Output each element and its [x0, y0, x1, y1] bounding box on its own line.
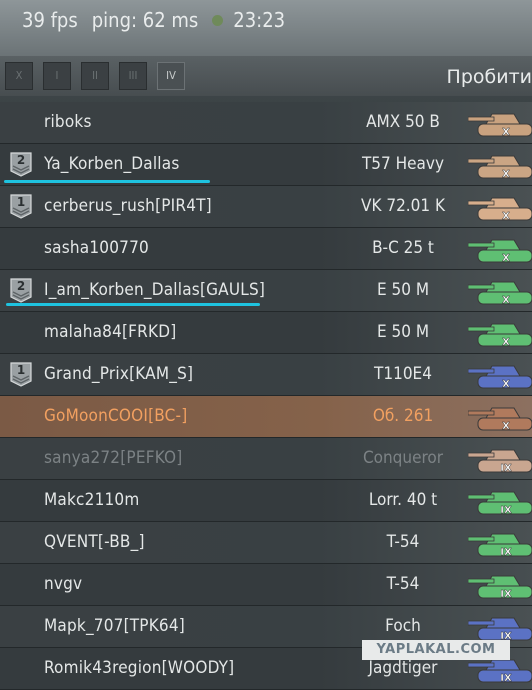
player-name: Ya_Korben_Dallas: [44, 154, 180, 174]
svg-text:X: X: [502, 421, 510, 432]
svg-text:2: 2: [17, 153, 25, 167]
tank-name: E 50 M: [376, 322, 430, 342]
tank-name: T110E4: [374, 364, 432, 384]
class-badge-icon: 2: [8, 151, 34, 177]
svg-text:IX: IX: [500, 673, 512, 684]
tank-name: B-C 25 t: [372, 238, 434, 258]
player-row[interactable]: 1 Grand_Prix[KAM_S] T110E4 X: [0, 354, 532, 396]
player-list: riboks AMX 50 B X 2 Ya_Korben_Dallas T57 Heav…: [0, 102, 532, 690]
tank-icon: IX: [467, 568, 532, 602]
tank-name: Jagdtiger: [368, 658, 438, 678]
player-row[interactable]: sasha100770 B-C 25 t X: [0, 228, 532, 270]
tank-name: AMX 50 B: [366, 112, 440, 132]
player-row[interactable]: QVENT[-BB_] T-54 IX: [0, 522, 532, 564]
tank-icon: X: [467, 232, 532, 266]
filter-button-4[interactable]: III: [119, 62, 147, 90]
watermark: YAPLAKAL.COM: [362, 640, 510, 660]
tank-name: Conqueror: [362, 448, 444, 468]
player-name: malaha84[FRKD]: [44, 322, 177, 342]
player-name: sasha100770: [44, 238, 149, 258]
tank-icon: X: [467, 400, 532, 434]
filter-button-3[interactable]: II: [81, 62, 109, 90]
player-name: Mapk_707[TPK64]: [44, 616, 185, 636]
svg-text:X: X: [502, 169, 510, 180]
filter-button-5[interactable]: IV: [157, 62, 185, 90]
svg-text:X: X: [502, 253, 510, 264]
filter-button-1[interactable]: X: [5, 62, 33, 90]
player-row[interactable]: Makc2110m Lorr. 40 t IX: [0, 480, 532, 522]
class-badge-icon: 1: [8, 193, 34, 219]
svg-text:X: X: [502, 379, 510, 390]
tank-icon: IX: [467, 526, 532, 560]
player-name: sanya272[PEFKO]: [44, 448, 183, 468]
svg-text:1: 1: [17, 363, 25, 377]
player-row[interactable]: riboks AMX 50 B X: [0, 102, 532, 144]
class-badge-icon: 2: [8, 277, 34, 303]
tank-name: Lorr. 40 t: [368, 490, 438, 510]
tank-name: T-54: [386, 574, 420, 594]
svg-text:IX: IX: [500, 589, 512, 600]
tank-name: Foch: [385, 616, 421, 636]
player-name: I_am_Korben_Dallas[GAULS]: [44, 280, 266, 300]
svg-text:X: X: [502, 211, 510, 222]
svg-text:IX: IX: [500, 505, 512, 516]
player-name: GoMoonCOOI[BC-]: [44, 406, 188, 426]
column-header: Пробити: [446, 66, 532, 88]
player-row[interactable]: GoMoonCOOI[BC-] Об. 261 X: [0, 396, 532, 438]
tank-icon: X: [467, 316, 532, 350]
tank-icon: X: [467, 358, 532, 392]
player-name: QVENT[-BB_]: [44, 532, 145, 552]
player-row[interactable]: 1 cerberus_rush[PIR4T] VK 72.01 K X: [0, 186, 532, 228]
tank-name: E 50 M: [376, 280, 430, 300]
svg-text:IX: IX: [500, 547, 512, 558]
highlight-underline: [6, 303, 260, 306]
tank-icon: IX: [467, 442, 532, 476]
class-badge-icon: 1: [8, 361, 34, 387]
connection-indicator-icon: [212, 14, 224, 26]
tank-icon: IX: [467, 610, 532, 644]
tank-name: VK 72.01 K: [361, 196, 445, 216]
tank-name: Об. 261: [372, 406, 434, 426]
ping-readout: ping: 62 ms: [91, 8, 199, 32]
tank-icon: X: [467, 190, 532, 224]
svg-text:X: X: [502, 127, 510, 138]
tank-icon: IX: [467, 484, 532, 518]
svg-text:1: 1: [17, 195, 25, 209]
highlight-underline: [4, 180, 210, 183]
svg-text:2: 2: [17, 279, 25, 293]
player-name: cerberus_rush[PIR4T]: [44, 196, 212, 216]
player-name: Romik43region[WOODY]: [44, 658, 235, 678]
svg-text:X: X: [502, 295, 510, 306]
clock: 23:23: [233, 8, 286, 32]
player-row[interactable]: malaha84[FRKD] E 50 M X: [0, 312, 532, 354]
player-name: nvgv: [44, 574, 83, 594]
filter-button-2[interactable]: I: [43, 62, 71, 90]
fps-counter: 39 fps: [22, 8, 78, 32]
tank-name: T57 Heavy: [361, 154, 445, 174]
tank-icon: X: [467, 106, 532, 140]
player-row[interactable]: nvgv T-54 IX: [0, 564, 532, 606]
player-name: Makc2110m: [44, 490, 140, 510]
tank-icon: X: [467, 274, 532, 308]
player-name: Grand_Prix[KAM_S]: [44, 364, 194, 384]
svg-text:X: X: [502, 337, 510, 348]
svg-text:IX: IX: [500, 463, 512, 474]
tank-icon: X: [467, 148, 532, 182]
player-name: riboks: [44, 112, 92, 132]
status-bar: 39 fps ping: 62 ms 23:23: [0, 0, 532, 40]
tank-name: T-54: [386, 532, 420, 552]
player-row[interactable]: sanya272[PEFKO] Conqueror IX: [0, 438, 532, 480]
